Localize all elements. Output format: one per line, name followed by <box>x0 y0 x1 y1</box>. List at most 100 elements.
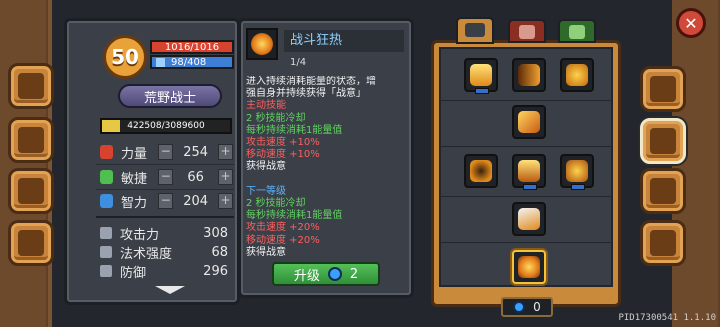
skill-description: 进入持续消耗能量的状态，增 强自身并持续获得「战意」 主动技能 2 秒技能冷却 每秒持续… <box>246 76 410 260</box>
strength-minus-button[interactable]: − <box>158 144 174 160</box>
skill-node-shield[interactable] <box>560 154 594 190</box>
blade-rise-icon <box>470 64 492 86</box>
attribute-row-strength: 力量 − 254 + <box>100 142 233 162</box>
upgrade-cost: 2 <box>349 266 359 282</box>
map-icon <box>18 127 44 153</box>
shield-skill-icon <box>566 160 588 182</box>
skill-description-line: 获得战意 <box>246 246 286 258</box>
divider <box>96 164 234 165</box>
skill-description-line <box>246 174 410 186</box>
level-badge: 50 <box>103 35 147 79</box>
intelligence-book-icon <box>100 194 114 208</box>
slash-icon <box>518 111 540 133</box>
stat-row-spell-power: 法术强度 68 <box>100 243 228 262</box>
skill-node-slash[interactable] <box>512 105 546 139</box>
map-button[interactable] <box>8 117 54 163</box>
pet-button[interactable] <box>8 168 54 214</box>
stat-label: 法术强度 <box>120 246 173 262</box>
attribute-row-agility: 敏捷 − 66 + <box>100 167 233 187</box>
class-name: 荒野战士 <box>143 90 196 106</box>
stat-value: 296 <box>203 263 228 279</box>
tab-class[interactable] <box>508 19 546 43</box>
upgrade-button[interactable]: 升级 2 <box>272 262 380 286</box>
close-icon: ✕ <box>684 13 698 33</box>
close-button[interactable]: ✕ <box>676 8 706 38</box>
skill-node-sword-aura[interactable] <box>512 154 546 190</box>
scroll-down-icon[interactable] <box>155 286 185 294</box>
skill-description-line: 2 秒技能冷却 <box>246 198 306 210</box>
skill-node-rage[interactable] <box>464 154 498 188</box>
skill-node-heal[interactable] <box>560 58 594 92</box>
tree-row-divider <box>439 146 613 147</box>
sword-tab-icon <box>465 23 485 37</box>
agility-feather-icon <box>100 170 114 184</box>
mp-bar: 98/408 <box>150 55 234 69</box>
gear-icon <box>650 230 676 256</box>
book-icon <box>18 73 44 99</box>
exp-bar: 422508/3089600 <box>100 118 232 134</box>
rage-icon <box>470 160 492 182</box>
skill-node-blade-rise[interactable] <box>464 58 498 94</box>
skill-description-line: 移动速度 +20% <box>246 234 320 246</box>
sword-aura-icon <box>518 160 540 182</box>
skills-button[interactable] <box>640 118 686 164</box>
skill-point-icon <box>327 267 342 281</box>
skill-node-dash[interactable] <box>512 58 546 92</box>
sword-icon <box>100 227 112 239</box>
skill-description-line: 移动速度 +10% <box>246 149 320 161</box>
talent-button[interactable] <box>640 168 686 214</box>
stat-value: 68 <box>211 244 228 260</box>
attribute-label: 力量 <box>121 146 148 162</box>
skill-node-battle-frenzy[interactable] <box>512 250 546 284</box>
helmet-icon <box>650 76 676 102</box>
intelligence-plus-button[interactable]: + <box>217 193 233 209</box>
attribute-value: 66 <box>187 169 204 185</box>
skill-description-line: 攻击速度 +20% <box>246 222 320 234</box>
helmet-button[interactable] <box>640 66 686 112</box>
leaf-tab-icon <box>569 25 585 39</box>
skill-node-whirlwind[interactable] <box>512 202 546 236</box>
attribute-value: 254 <box>183 144 209 160</box>
skill-description-line: 获得战意 <box>246 161 286 173</box>
book-button[interactable] <box>8 63 54 109</box>
agility-minus-button[interactable]: − <box>158 169 174 185</box>
skill-description-line: 下一等级 <box>246 185 286 197</box>
upgrade-label: 升级 <box>293 268 320 284</box>
class-button[interactable]: 荒野战士 <box>118 84 222 108</box>
whirlwind-icon <box>518 208 540 230</box>
skill-tag <box>475 88 489 94</box>
skill-description-line: 每秒持续消耗1能量值 <box>246 210 343 222</box>
helmet-tab-icon <box>519 25 535 39</box>
skill-tag <box>523 184 537 190</box>
skill-description-line: 攻击速度 +10% <box>246 137 320 149</box>
skill-point-icon <box>513 301 526 313</box>
stat-row-attack: 攻击力 308 <box>100 224 228 243</box>
shield-icon <box>100 265 112 277</box>
tab-combat[interactable] <box>456 17 494 44</box>
strength-plus-button[interactable]: + <box>217 144 233 160</box>
paw-icon <box>18 178 44 204</box>
tree-row-divider <box>439 242 613 243</box>
skill-tag <box>571 184 585 190</box>
intelligence-minus-button[interactable]: − <box>158 193 174 209</box>
strength-fist-icon <box>100 145 114 159</box>
skill-points-value: 0 <box>533 300 541 314</box>
compass-icon <box>650 178 676 204</box>
divider <box>96 216 234 218</box>
wheel-icon <box>18 230 44 256</box>
stat-value: 308 <box>203 225 228 241</box>
mana-icon <box>156 57 165 67</box>
tab-nature[interactable] <box>558 19 596 43</box>
stat-row-defense: 防御 296 <box>100 262 228 281</box>
hp-bar: 1016/1016 <box>150 40 234 54</box>
stat-label: 防御 <box>120 265 147 281</box>
skill-description-line: 主动技能 <box>246 100 286 112</box>
skill-description-line: 强自身并持续获得「战意」 <box>246 88 366 100</box>
agility-plus-button[interactable]: + <box>217 169 233 185</box>
skill-description-line: 2 秒技能冷却 <box>246 112 306 124</box>
build-id: PID17300541 1.1.10 <box>618 313 716 323</box>
divider <box>96 189 234 190</box>
vehicle-button[interactable] <box>8 220 54 266</box>
settings-button[interactable] <box>640 220 686 266</box>
attribute-label: 智力 <box>121 195 148 211</box>
